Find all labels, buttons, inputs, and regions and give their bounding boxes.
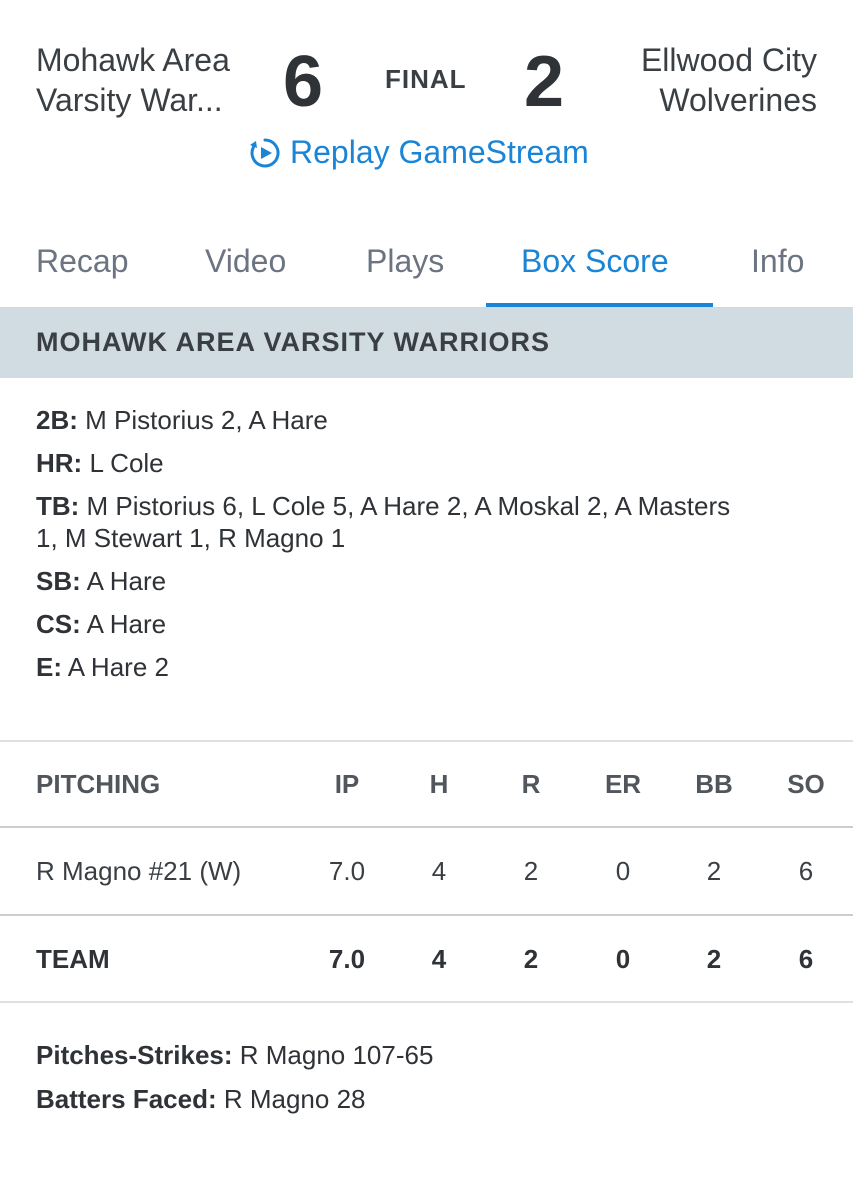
so-header: SO (787, 769, 825, 799)
pitching-notes: Pitches-Strikes: R Magno 107-65 Batters … (36, 1038, 433, 1126)
bb-value: 2 (706, 856, 722, 886)
stat-key: 2B: (36, 405, 78, 435)
home-team-line1: Ellwood City (640, 42, 817, 78)
tab-plays[interactable]: Plays (366, 232, 444, 308)
ip-header: IP (334, 769, 360, 799)
stat-value: A Hare (80, 566, 167, 596)
replay-icon (248, 136, 282, 170)
pitcher-name: R Magno #21 (W) (36, 856, 242, 886)
team-section-header: MOHAWK AREA VARSITY WARRIORS (0, 308, 853, 378)
stat-line-e: E: A Hare 2 (36, 651, 736, 683)
bb-header: BB (695, 769, 733, 799)
stat-key: CS: (36, 609, 81, 639)
section-title: MOHAWK AREA VARSITY WARRIORS (36, 327, 551, 357)
er-total: 0 (615, 944, 631, 974)
team-total-row: TEAM 7.0 4 2 0 2 6 (0, 916, 853, 1002)
stat-value: M Pistorius 2, A Hare (77, 405, 328, 435)
home-score: 2 (524, 42, 565, 122)
stat-value: A Hare 2 (62, 652, 169, 682)
pitching-header: PITCHING (36, 769, 161, 799)
stat-value: A Hare (80, 609, 167, 639)
stat-line-sb: SB: A Hare (36, 565, 736, 597)
stat-line-2b: 2B: M Pistorius 2, A Hare (36, 404, 736, 436)
ip-total: 7.0 (328, 944, 366, 974)
bb-total: 2 (706, 944, 722, 974)
tab-info[interactable]: Info (751, 232, 804, 308)
stat-line-pitches-strikes: Pitches-Strikes: R Magno 107-65 (36, 1038, 433, 1072)
tab-video[interactable]: Video (205, 232, 286, 308)
stat-key: Batters Faced: (36, 1084, 217, 1114)
stat-line-tb: TB: M Pistorius 6, L Cole 5, A Hare 2, A… (36, 490, 736, 554)
tab-bar: Recap Video Plays Box Score Info (0, 232, 853, 308)
stat-line-batters-faced: Batters Faced: R Magno 28 (36, 1082, 433, 1116)
h-total: 4 (431, 944, 447, 974)
stat-key: HR: (36, 448, 83, 478)
er-value: 0 (615, 856, 631, 886)
replay-label: Replay GameStream (290, 134, 589, 170)
divider (0, 1001, 853, 1003)
stat-line-cs: CS: A Hare (36, 608, 736, 640)
r-value: 2 (523, 856, 539, 886)
h-value: 4 (431, 856, 447, 886)
stat-value: R Magno 107-65 (232, 1040, 434, 1070)
team-label: TEAM (36, 944, 110, 974)
so-value: 6 (798, 856, 814, 886)
stat-value: M Pistorius 6, L Cole 5, A Hare 2, A Mos… (36, 491, 731, 553)
home-team-name[interactable]: Ellwood City Wolverines (641, 40, 817, 120)
stat-key: TB: (36, 491, 80, 521)
batting-notes: 2B: M Pistorius 2, A Hare HR: L Cole TB:… (36, 404, 736, 694)
r-total: 2 (523, 944, 539, 974)
game-status: FINAL (385, 64, 467, 94)
active-tab-indicator (486, 303, 713, 307)
tab-box-score[interactable]: Box Score (521, 232, 669, 308)
stat-value: L Cole (82, 448, 164, 478)
away-score: 6 (283, 42, 324, 122)
away-team-line1: Mohawk Area (36, 42, 230, 78)
h-header: H (429, 769, 449, 799)
table-row[interactable]: R Magno #21 (W) 7.0 4 2 0 2 6 (0, 828, 853, 914)
game-header: Mohawk Area Varsity War... 6 FINAL 2 Ell… (0, 0, 853, 200)
ip-value: 7.0 (328, 856, 366, 886)
stat-line-hr: HR: L Cole (36, 447, 736, 479)
stat-key: Pitches-Strikes: (36, 1040, 233, 1070)
stat-value: R Magno 28 (216, 1084, 366, 1114)
er-header: ER (604, 769, 642, 799)
away-team-name[interactable]: Mohawk Area Varsity War... (36, 40, 230, 120)
tab-recap[interactable]: Recap (36, 232, 129, 308)
r-header: R (521, 769, 541, 799)
stat-key: E: (36, 652, 62, 682)
replay-gamestream-link[interactable]: Replay GameStream (248, 134, 589, 171)
so-total: 6 (798, 944, 814, 974)
stat-key: SB: (36, 566, 81, 596)
away-team-line2: Varsity War... (36, 82, 223, 118)
home-team-line2: Wolverines (659, 82, 817, 118)
pitching-header-row: PITCHING IP H R ER BB SO (0, 741, 853, 827)
